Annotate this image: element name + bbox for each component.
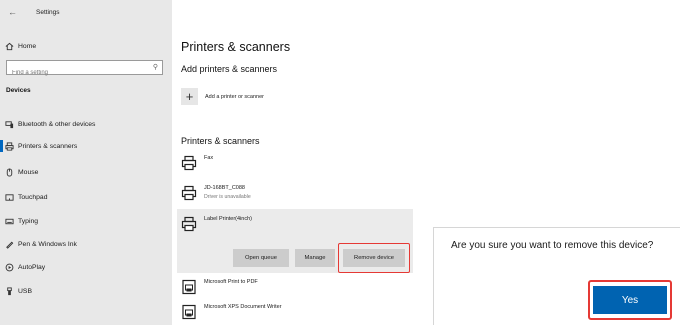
printer-icon bbox=[4, 141, 14, 151]
sidebar-item-label: Home bbox=[18, 42, 37, 50]
sidebar-item-printers[interactable]: Printers & scanners bbox=[0, 135, 172, 157]
selected-printer-panel[interactable]: Label Printer(4inch) Open queue Manage R… bbox=[177, 209, 413, 273]
sidebar-item-label: Pen & Windows Ink bbox=[18, 240, 77, 248]
printer-icon bbox=[181, 185, 197, 201]
printer-item-fax[interactable]: Fax bbox=[181, 153, 411, 173]
printer-item-label-printer[interactable]: Label Printer(4inch) bbox=[181, 214, 401, 234]
remove-device-highlight bbox=[338, 243, 410, 273]
main-content: Printers & scanners Add printers & scann… bbox=[172, 0, 425, 325]
autoplay-icon bbox=[4, 262, 14, 272]
printer-icon bbox=[181, 216, 197, 232]
sidebar-item-typing[interactable]: Typing bbox=[0, 210, 172, 232]
printer-icon bbox=[181, 155, 197, 171]
dialog-message: Are you sure you want to remove this dev… bbox=[451, 240, 654, 251]
printer-name: Microsoft XPS Document Writer bbox=[204, 304, 282, 310]
printer-status: Driver is unavailable bbox=[204, 194, 251, 200]
add-printer-label[interactable]: Add a printer or scanner bbox=[205, 94, 264, 100]
printer-name: Label Printer(4inch) bbox=[204, 216, 252, 222]
printer-pdf-icon bbox=[182, 279, 196, 295]
sidebar-item-label: Touchpad bbox=[18, 193, 48, 201]
printers-list-header: Printers & scanners bbox=[181, 136, 260, 146]
search-icon: ⚲ bbox=[152, 64, 158, 71]
pen-icon bbox=[4, 239, 14, 249]
sidebar-item-home[interactable]: Home bbox=[0, 35, 172, 57]
bluetooth-devices-icon bbox=[4, 119, 14, 129]
printer-item-ms-xps[interactable]: Microsoft XPS Document Writer bbox=[181, 302, 411, 322]
keyboard-icon bbox=[4, 216, 14, 226]
section-header: Devices bbox=[6, 87, 31, 94]
title-bar: ← Settings bbox=[0, 0, 172, 28]
sidebar-item-bluetooth[interactable]: Bluetooth & other devices bbox=[0, 113, 172, 135]
home-icon bbox=[4, 41, 14, 51]
sidebar-item-touchpad[interactable]: Touchpad bbox=[0, 186, 172, 208]
sidebar-item-label: Typing bbox=[18, 217, 39, 225]
add-section-header: Add printers & scanners bbox=[181, 64, 278, 74]
touchpad-icon bbox=[4, 192, 14, 202]
sidebar-item-mouse[interactable]: Mouse bbox=[0, 161, 172, 183]
sidebar-item-label: Mouse bbox=[18, 168, 39, 176]
manage-button[interactable]: Manage bbox=[295, 249, 335, 267]
sidebar-item-autoplay[interactable]: AutoPlay bbox=[0, 256, 172, 278]
mouse-icon bbox=[4, 167, 14, 177]
yes-button-highlight bbox=[588, 280, 672, 320]
printer-item-jd168bt[interactable]: JD-168BT_C088 Driver is unavailable bbox=[181, 183, 411, 203]
plus-icon: + bbox=[185, 89, 194, 104]
sidebar-item-usb[interactable]: USB bbox=[0, 280, 172, 302]
open-queue-button[interactable]: Open queue bbox=[233, 249, 289, 267]
page-title: Printers & scanners bbox=[181, 40, 291, 54]
search-box[interactable]: ⚲ bbox=[6, 60, 163, 80]
printer-name: JD-168BT_C088 bbox=[204, 185, 245, 191]
search-input[interactable] bbox=[7, 66, 137, 80]
printer-item-ms-pdf[interactable]: Microsoft Print to PDF bbox=[181, 277, 411, 297]
back-arrow-icon[interactable]: ← bbox=[8, 7, 17, 17]
printer-name: Microsoft Print to PDF bbox=[204, 279, 258, 285]
settings-window: ← Settings Home ⚲ Devices Bluetooth & ot… bbox=[0, 0, 425, 325]
sidebar-item-label: USB bbox=[18, 287, 32, 295]
printer-xps-icon bbox=[182, 304, 196, 320]
usb-icon bbox=[4, 286, 14, 296]
remove-confirmation-dialog: Are you sure you want to remove this dev… bbox=[433, 227, 680, 325]
add-printer-button[interactable]: + bbox=[181, 88, 198, 105]
app-title: Settings bbox=[36, 9, 60, 16]
sidebar-item-label: AutoPlay bbox=[18, 263, 46, 271]
sidebar-item-label: Bluetooth & other devices bbox=[18, 120, 96, 128]
sidebar: ← Settings Home ⚲ Devices Bluetooth & ot… bbox=[0, 0, 172, 325]
sidebar-item-label: Printers & scanners bbox=[18, 142, 78, 150]
sidebar-item-pen[interactable]: Pen & Windows Ink bbox=[0, 233, 172, 255]
printer-name: Fax bbox=[204, 155, 214, 161]
